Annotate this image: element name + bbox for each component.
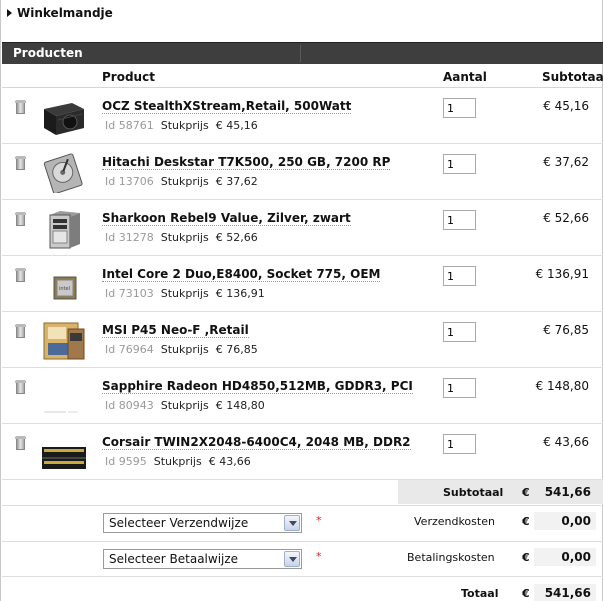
product-name[interactable]: Sharkoon Rebel9 Value, Zilver, zwart [102,211,351,226]
cart-header[interactable]: Winkelmandje [7,5,113,21]
trash-icon[interactable] [15,380,26,395]
quantity-input[interactable] [443,210,476,230]
header-divider [300,45,301,62]
product-meta: Id 76964 Stukprijs € 76,85 [105,343,258,356]
motherboard-image[interactable] [42,321,86,361]
divider [2,541,603,542]
pc-case-image[interactable] [42,209,86,249]
product-name[interactable]: Hitachi Deskstar T7K500, 250 GB, 7200 RP [102,155,391,170]
quantity-input[interactable] [443,322,476,342]
shipping-currency: € [522,515,530,528]
product-meta: Id 31278 Stukprijs € 52,66 [105,231,258,244]
shipping-method-select[interactable]: Selecteer Verzendwijze [103,513,302,533]
section-title: Producten [13,46,83,60]
cpu-image[interactable]: intel [42,265,86,305]
product-meta: Id 80943 Stukprijs € 148,80 [105,399,265,412]
required-marker: * [316,514,322,527]
product-meta: Id 58761 Stukprijs € 45,16 [105,119,258,132]
trash-icon[interactable] [15,100,26,115]
hard-drive-image[interactable] [42,153,86,195]
shopping-cart-panel: Winkelmandje Producten Product Aantal Su… [0,0,603,601]
svg-text:intel: intel [59,286,70,292]
chevron-down-icon[interactable] [284,551,300,567]
payment-cost-value: 0,00 [534,548,596,566]
divider [2,505,603,506]
payment-cost-label: Betalingskosten [407,551,495,564]
row-subtotal: € 37,62 [543,155,589,169]
table-row: OCZ StealthXStream,Retail, 500Watt Id 58… [2,88,603,144]
power-supply-image[interactable] [42,97,86,137]
quantity-input[interactable] [443,154,476,174]
shipping-cost-value: 0,00 [534,512,596,530]
column-header-product: Product [102,70,155,84]
table-row: MSI P45 Neo-F ,Retail Id 76964 Stukprijs… [2,312,603,368]
shipping-cost-label: Verzendkosten [414,515,495,528]
expand-triangle-icon [7,9,12,17]
divider [2,576,603,577]
table-row: Corsair TWIN2X2048-6400C4, 2048 MB, DDR2… [2,424,603,480]
product-name[interactable]: MSI P45 Neo-F ,Retail [102,323,249,338]
product-meta: Id 13706 Stukprijs € 37,62 [105,175,258,188]
product-meta: Id 73103 Stukprijs € 136,91 [105,287,265,300]
quantity-input[interactable] [443,378,476,398]
subtotal-amount: 541,66 [544,485,591,499]
ram-image[interactable] [42,433,86,473]
product-name[interactable]: OCZ StealthXStream,Retail, 500Watt [102,99,352,114]
row-subtotal: € 45,16 [543,99,589,113]
total-currency: € [522,587,530,600]
column-header-quantity: Aantal [443,70,487,84]
quantity-input[interactable] [443,266,476,286]
total-amount: 541,66 [534,584,596,601]
table-row: Sharkoon Rebel9 Value, Zilver, zwart Id … [2,200,603,256]
table-row: Sapphire Radeon HD4850,512MB, GDDR3, PCI… [2,368,603,424]
trash-icon[interactable] [15,268,26,283]
table-row: intel Intel Core 2 Duo,E8400, Socket 775… [2,256,603,312]
products-section-bar: Producten [2,42,603,64]
quantity-input[interactable] [443,98,476,118]
payment-method-select[interactable]: Selecteer Betaalwijze [103,549,302,569]
column-header-subtotal: Subtotaal [542,70,603,84]
trash-icon[interactable] [15,156,26,171]
product-name[interactable]: Corsair TWIN2X2048-6400C4, 2048 MB, DDR2 [102,435,411,450]
quantity-input[interactable] [443,434,476,454]
trash-icon[interactable] [15,436,26,451]
row-subtotal: € 136,91 [535,267,589,281]
total-label: Totaal [461,587,499,600]
product-name[interactable]: Intel Core 2 Duo,E8400, Socket 775, OEM [102,267,381,282]
row-subtotal: € 43,66 [543,435,589,449]
table-row: Hitachi Deskstar T7K500, 250 GB, 7200 RP… [2,144,603,200]
trash-icon[interactable] [15,212,26,227]
row-subtotal: € 76,85 [543,323,589,337]
required-marker: * [316,550,322,563]
subtotal-currency: € [522,486,530,499]
payment-currency: € [522,551,530,564]
product-meta: Id 9595 Stukprijs € 43,66 [105,455,251,468]
chevron-down-icon[interactable] [284,515,300,531]
row-subtotal: € 148,80 [535,379,589,393]
cart-title: Winkelmandje [17,6,113,20]
subtotal-label: Subtotaal [443,486,504,499]
trash-icon[interactable] [15,324,26,339]
product-name[interactable]: Sapphire Radeon HD4850,512MB, GDDR3, PCI [102,379,413,394]
graphics-card-image[interactable] [42,377,86,417]
row-subtotal: € 52,66 [543,211,589,225]
